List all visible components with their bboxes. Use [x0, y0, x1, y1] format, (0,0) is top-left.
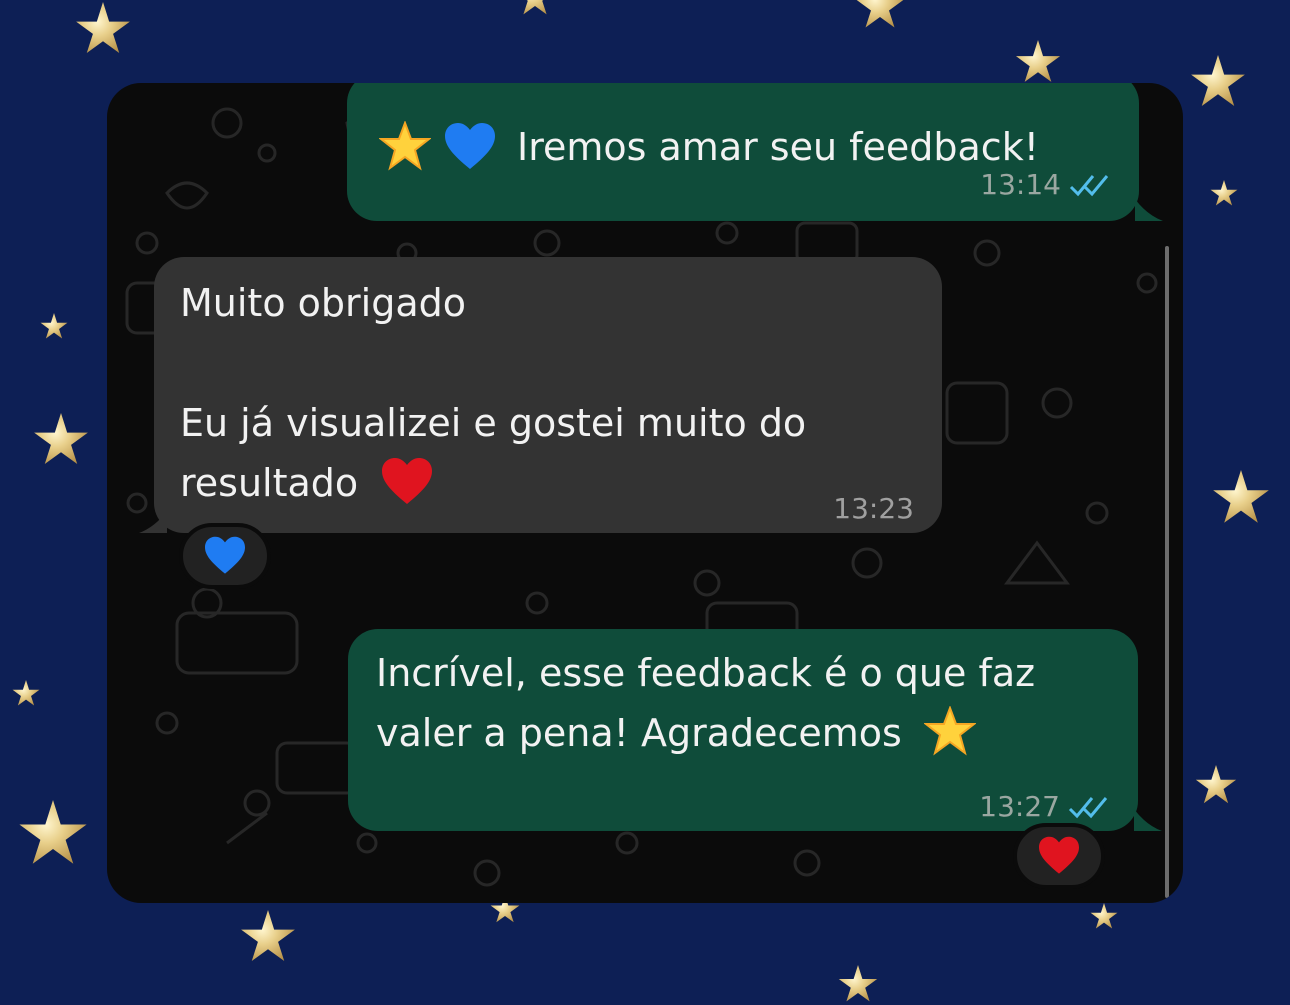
message-text-line: Muito obrigado: [180, 281, 466, 325]
star-emoji: [379, 121, 431, 171]
bubble-tail: [139, 511, 167, 533]
star-decoration: [40, 313, 68, 339]
message-meta: 13:14: [980, 155, 1111, 215]
message-text-line: Eu já visualizei e gostei muito do: [180, 401, 807, 445]
bubble-tail: [1134, 809, 1162, 831]
message-time: 13:14: [980, 168, 1061, 201]
red-heart-emoji: [382, 457, 433, 504]
message-reaction[interactable]: [1013, 823, 1105, 889]
message-reaction[interactable]: [179, 523, 271, 589]
chat-scrollbar[interactable]: [1165, 246, 1169, 898]
red-heart-emoji: [1039, 836, 1079, 874]
star-decoration: [515, 0, 555, 15]
read-ticks-icon: [1069, 175, 1109, 197]
star-decoration: [241, 910, 295, 961]
message-text-segment: resultado: [180, 461, 359, 505]
outgoing-message[interactable]: Incrível, esse feedback é o que faz vale…: [348, 629, 1138, 831]
blue-heart-emoji: [445, 123, 495, 169]
chat-window: Iremos amar seu feedback! 13:14 Muito ob…: [107, 83, 1183, 903]
message-text-line: resultado: [180, 453, 806, 513]
star-decoration: [19, 800, 87, 864]
star-decoration: [34, 413, 88, 464]
message-time: 13:23: [833, 492, 914, 525]
message-text: Iremos amar seu feedback!: [517, 125, 1039, 169]
star-decoration: [1090, 903, 1118, 929]
bubble-tail: [1135, 199, 1163, 221]
read-ticks-icon: [1068, 797, 1108, 819]
star-decoration: [12, 680, 40, 706]
star-decoration: [856, 0, 904, 28]
star-decoration: [838, 965, 878, 1002]
blue-heart-emoji: [205, 536, 245, 574]
star-decoration: [1191, 55, 1245, 106]
star-decoration: [1195, 765, 1237, 804]
star-emoji: [923, 705, 976, 756]
star-decoration: [76, 2, 130, 53]
message-text-segment: valer a pena! Agradecemos: [376, 711, 902, 755]
star-decoration: [1015, 40, 1061, 82]
incoming-message[interactable]: Muito obrigado Eu já visualizei e gostei…: [154, 257, 942, 533]
message-meta: 13:23: [833, 479, 914, 539]
message-text-line: valer a pena! Agradecemos: [376, 703, 1035, 763]
star-decoration: [1213, 470, 1269, 523]
outgoing-message[interactable]: Iremos amar seu feedback! 13:14: [347, 83, 1139, 221]
message-text-line: Incrível, esse feedback é o que faz: [376, 651, 1036, 695]
star-decoration: [1210, 180, 1238, 206]
message-text-line: [180, 333, 806, 393]
